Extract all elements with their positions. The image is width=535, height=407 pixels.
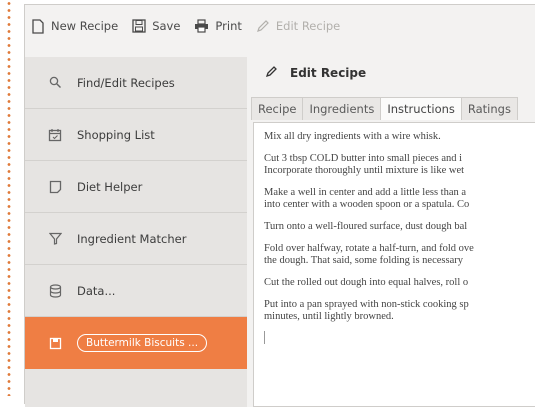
instruction-line: Cut 3 tbsp COLD butter into small pieces… — [264, 153, 463, 164]
instruction-line: the dough. That said, some folding is ne… — [264, 255, 463, 266]
sidebar-item-diet-helper[interactable]: Diet Helper — [25, 161, 247, 213]
sidebar: Find/Edit Recipes Shopping List Diet Hel… — [25, 57, 257, 407]
instruction-line: Turn onto a well-floured surface, dust d… — [264, 221, 468, 232]
recipe-icon — [47, 335, 63, 351]
instruction-paragraph: Turn onto a well-floured surface, dust d… — [264, 221, 535, 233]
instruction-line: Mix all dry ingredients with a wire whis… — [264, 131, 441, 142]
tab-instructions[interactable]: Instructions — [380, 97, 462, 120]
sidebar-item-data[interactable]: Data... — [25, 265, 247, 317]
instruction-paragraph: Cut 3 tbsp COLD butter into small pieces… — [264, 153, 535, 177]
note-icon — [47, 179, 63, 195]
edit-recipe-button[interactable]: Edit Recipe — [256, 19, 340, 33]
instruction-line: Make a well in center and add a little l… — [264, 187, 467, 198]
instruction-line: minutes, until lightly browned. — [264, 311, 394, 322]
sidebar-item-ingredient-matcher[interactable]: Ingredient Matcher — [25, 213, 247, 265]
edit-recipe-label: Edit Recipe — [275, 19, 341, 33]
text-caret — [264, 331, 265, 344]
instruction-paragraph: Mix all dry ingredients with a wire whis… — [264, 131, 535, 143]
printer-icon — [194, 19, 209, 33]
dotted-border — [6, 0, 12, 396]
active-recipe-label: Buttermilk Biscuits ... — [77, 334, 208, 352]
page-title-text: Edit Recipe — [290, 66, 367, 80]
sidebar-item-find-edit-recipes[interactable]: Find/Edit Recipes — [25, 57, 247, 109]
instructions-editor[interactable]: Mix all dry ingredients with a wire whis… — [253, 122, 535, 407]
instruction-paragraph: Make a well in center and add a little l… — [264, 187, 535, 211]
instruction-line: into center with a wooden spoon or a spa… — [264, 199, 470, 210]
print-label: Print — [215, 19, 242, 33]
save-button[interactable]: Save — [132, 19, 180, 33]
sidebar-item-label: Ingredient Matcher — [77, 231, 187, 246]
instruction-line: Incorporate thoroughly until mixture is … — [264, 165, 465, 176]
instruction-line: Cut the rolled out dough into equal halv… — [264, 277, 469, 288]
database-icon — [47, 283, 63, 299]
instruction-line: Fold over halfway, rotate a half-turn, a… — [264, 243, 474, 254]
pencil-icon — [265, 65, 278, 81]
new-recipe-label: New Recipe — [51, 19, 119, 33]
sidebar-item-label: Diet Helper — [77, 179, 143, 194]
recipe-tabs: Recipe Ingredients Instructions Ratings — [251, 97, 518, 120]
print-button[interactable]: Print — [194, 19, 242, 33]
funnel-icon — [47, 231, 63, 247]
sidebar-item-shopping-list[interactable]: Shopping List — [25, 109, 247, 161]
search-icon — [47, 75, 63, 91]
save-icon — [132, 19, 146, 33]
sidebar-item-label: Shopping List — [77, 127, 155, 142]
sidebar-item-label: Data... — [77, 283, 116, 298]
main-panel: Edit Recipe Recipe Ingredients Instructi… — [247, 57, 535, 407]
pencil-icon — [256, 19, 270, 33]
new-document-icon — [31, 18, 45, 34]
new-recipe-button[interactable]: New Recipe — [31, 18, 119, 34]
page-title: Edit Recipe — [265, 65, 366, 81]
sidebar-item-label: Find/Edit Recipes — [77, 75, 175, 90]
toolbar: New Recipe Save Print Edit Recipe — [25, 5, 535, 47]
save-label: Save — [152, 19, 181, 33]
calendar-icon — [47, 127, 63, 143]
instruction-paragraph: Cut the rolled out dough into equal halv… — [264, 277, 535, 289]
app-window: New Recipe Save Print Edit Recipe Find/E… — [24, 4, 535, 407]
instruction-paragraph: Put into a pan sprayed with non-stick co… — [264, 299, 535, 323]
instruction-paragraph: Fold over halfway, rotate a half-turn, a… — [264, 243, 535, 267]
tab-ingredients[interactable]: Ingredients — [302, 97, 382, 120]
sidebar-item-buttermilk-biscuits[interactable]: Buttermilk Biscuits ... — [25, 317, 257, 369]
instruction-line: Put into a pan sprayed with non-stick co… — [264, 299, 469, 310]
tab-ratings[interactable]: Ratings — [460, 97, 518, 120]
tab-recipe[interactable]: Recipe — [251, 97, 304, 120]
